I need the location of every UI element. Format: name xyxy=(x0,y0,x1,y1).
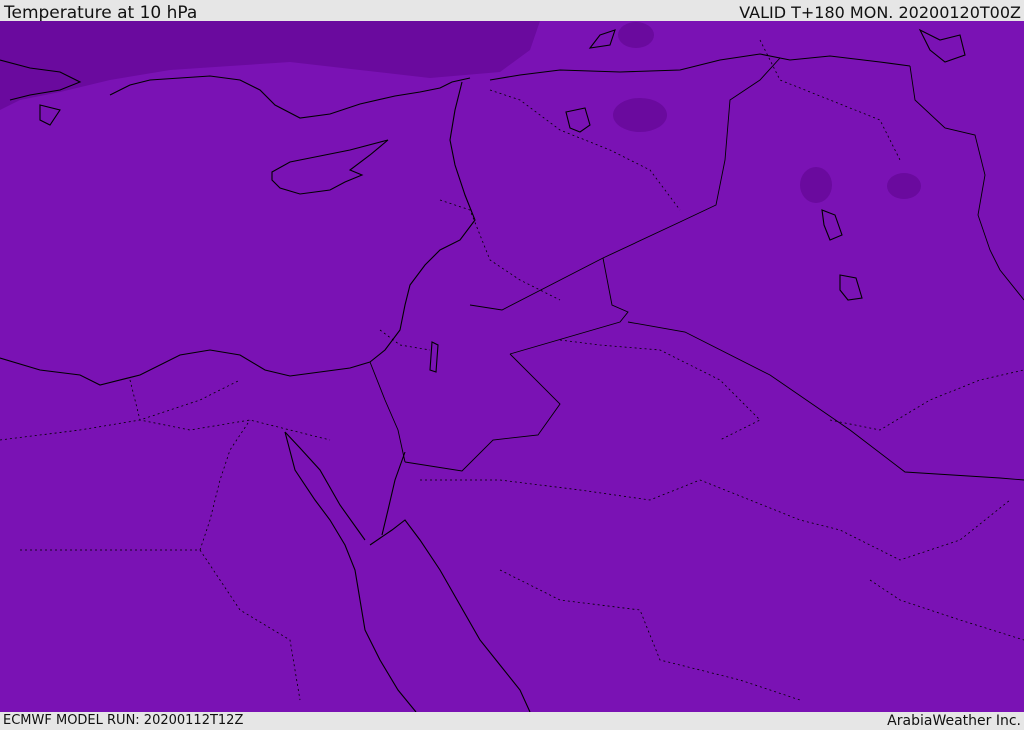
cold-region-north-2 xyxy=(618,22,654,48)
map-svg xyxy=(0,21,1024,712)
footer-bar: ECMWF MODEL RUN: 20200112T12Z ArabiaWeat… xyxy=(0,712,1024,729)
header-bar: Temperature at 10 hPa VALID T+180 MON. 2… xyxy=(0,0,1024,23)
cold-region-syria xyxy=(613,98,667,132)
model-run: ECMWF MODEL RUN: 20200112T12Z xyxy=(3,713,244,728)
credit-label: ArabiaWeather Inc. xyxy=(887,713,1021,729)
valid-time: VALID T+180 MON. 20200120T00Z xyxy=(739,3,1021,22)
temperature-field xyxy=(0,21,1024,712)
cold-region-iraq-2 xyxy=(887,173,921,199)
map-panel[interactable] xyxy=(0,21,1024,712)
map-title: Temperature at 10 hPa xyxy=(4,3,198,23)
cold-region-iraq-1 xyxy=(800,167,832,203)
